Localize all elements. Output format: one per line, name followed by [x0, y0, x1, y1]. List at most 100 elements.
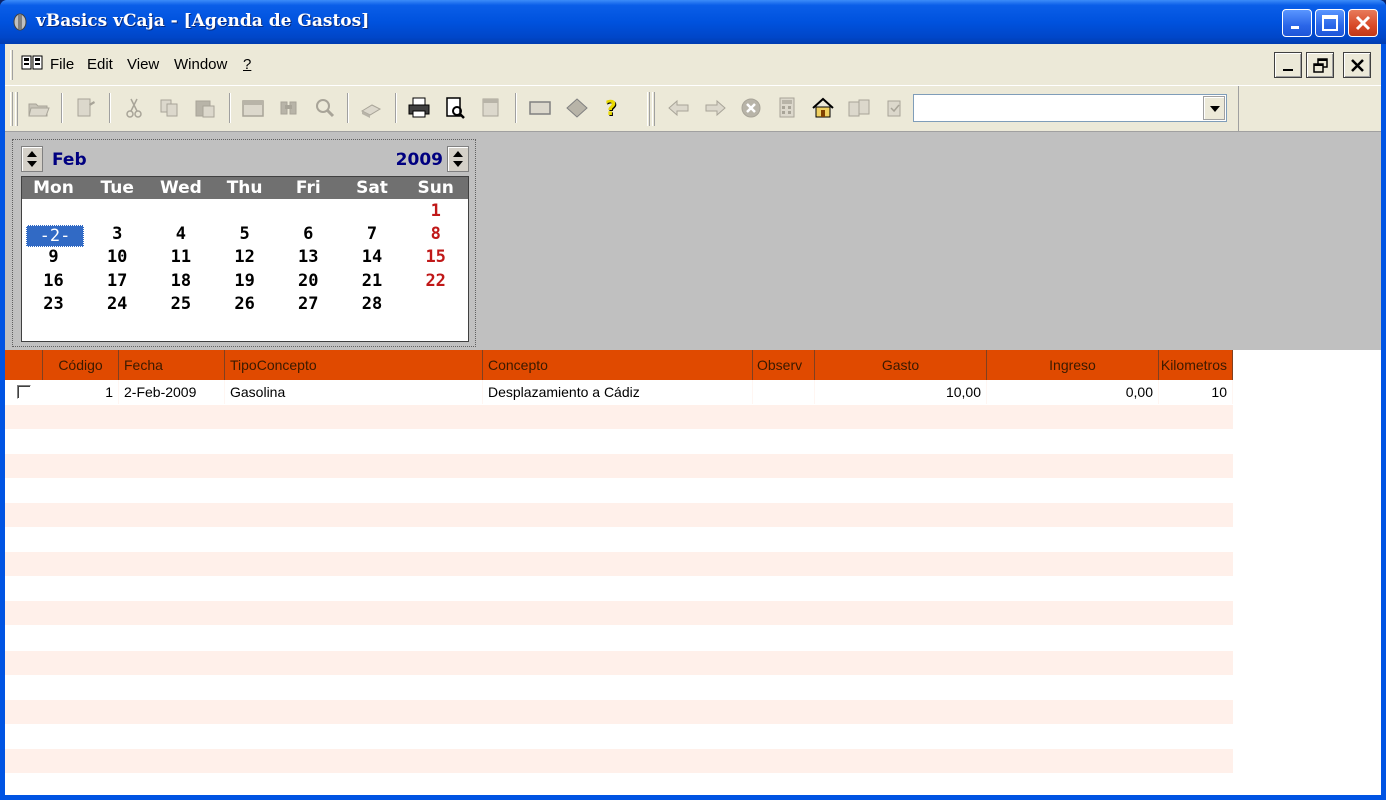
calendar-day[interactable]: 1 — [404, 201, 467, 221]
empty-table-row[interactable] — [5, 724, 1233, 748]
cell-concepto[interactable]: Desplazamiento a Cádiz — [483, 380, 753, 404]
empty-table-row[interactable] — [5, 650, 1233, 675]
form-icon[interactable] — [526, 94, 554, 122]
calendar-day[interactable]: 25 — [149, 294, 212, 314]
open-icon[interactable] — [25, 94, 53, 122]
calendar-day[interactable]: 3 — [86, 224, 149, 244]
cell-tipo[interactable]: Gasolina — [225, 380, 483, 404]
empty-table-row[interactable] — [5, 404, 1233, 429]
cell-observ[interactable] — [753, 380, 815, 404]
cell-ingreso[interactable]: 0,00 — [987, 380, 1159, 404]
empty-table-row[interactable] — [5, 699, 1233, 724]
calendar-day[interactable]: 14 — [341, 247, 404, 267]
toolbar-grip[interactable] — [10, 92, 13, 126]
menu-view[interactable]: View — [127, 56, 159, 73]
calendar-day[interactable]: 13 — [277, 247, 340, 267]
column-header-kilometros[interactable]: Kilometros — [1159, 350, 1233, 380]
title-bar[interactable]: vBasics vCaja - [Agenda de Gastos] — [0, 0, 1386, 44]
calendar-day[interactable]: 28 — [341, 294, 404, 314]
column-header-codigo[interactable]: Código — [43, 350, 119, 380]
toolbar-grip[interactable] — [647, 92, 650, 126]
calendar-day[interactable]: 19 — [213, 271, 276, 291]
mdi-close-button[interactable] — [1343, 52, 1371, 78]
calendar-day[interactable]: 18 — [149, 271, 212, 291]
close-button[interactable] — [1348, 9, 1378, 37]
calendar-day[interactable]: 11 — [149, 247, 212, 267]
eraser-icon[interactable] — [357, 94, 385, 122]
column-header-ingreso[interactable]: Ingreso — [987, 350, 1159, 380]
page-setup-icon[interactable] — [477, 94, 505, 122]
window-icon[interactable] — [239, 94, 267, 122]
calendar-day[interactable]: 26 — [213, 294, 276, 314]
calendar-day-selected[interactable]: -2- — [26, 225, 84, 248]
calendar-day[interactable]: 7 — [341, 224, 404, 244]
help-icon[interactable]: ?? — [599, 94, 627, 122]
calendar-day[interactable]: 22 — [404, 271, 467, 291]
document-check-icon[interactable] — [881, 94, 909, 122]
empty-table-row[interactable] — [5, 601, 1233, 626]
cell-gasto[interactable]: 10,00 — [815, 380, 987, 404]
calendar-day[interactable]: 4 — [149, 224, 212, 244]
empty-table-row[interactable] — [5, 749, 1233, 773]
arrow-right-icon[interactable] — [701, 94, 729, 122]
empty-table-row[interactable] — [5, 626, 1233, 650]
column-header-observ[interactable]: Observ — [753, 350, 815, 380]
print-preview-icon[interactable] — [441, 94, 469, 122]
calendar-day[interactable]: 8 — [404, 224, 467, 244]
cancel-icon[interactable] — [737, 94, 765, 122]
paste-icon[interactable] — [191, 94, 219, 122]
tag-icon[interactable] — [563, 94, 591, 122]
calendar-day[interactable]: 15 — [404, 247, 467, 267]
toolbar-combo[interactable] — [913, 94, 1227, 122]
row-checkbox[interactable] — [17, 385, 31, 399]
table-row[interactable]: 1 2-Feb-2009 Gasolina Desplazamiento a Cádi… — [5, 380, 1233, 404]
mdi-minimize-button[interactable] — [1274, 52, 1302, 78]
calendar-day[interactable]: 5 — [213, 224, 276, 244]
minimize-button[interactable] — [1282, 9, 1312, 37]
calendar-day[interactable]: 27 — [277, 294, 340, 314]
cut-icon[interactable] — [120, 94, 148, 122]
menu-file[interactable]: File — [50, 56, 74, 73]
empty-table-row[interactable] — [5, 577, 1233, 601]
app-icon[interactable] — [12, 13, 28, 31]
calendar-day[interactable]: 17 — [86, 271, 149, 291]
column-header-gasto[interactable]: Gasto — [815, 350, 987, 380]
home-icon[interactable] — [809, 94, 837, 122]
empty-table-row[interactable] — [5, 528, 1233, 552]
column-header-concepto[interactable]: Concepto — [483, 350, 753, 380]
calculator-icon[interactable] — [773, 94, 801, 122]
chevron-down-icon[interactable] — [1203, 96, 1225, 120]
calendar-day[interactable]: 24 — [86, 294, 149, 314]
menu-edit[interactable]: Edit — [87, 56, 113, 73]
menu-window[interactable]: Window — [174, 56, 227, 73]
mdi-restore-button[interactable] — [1306, 52, 1334, 78]
copy-icon[interactable] — [155, 94, 183, 122]
empty-table-row[interactable] — [5, 453, 1233, 478]
empty-table-row[interactable] — [5, 675, 1233, 699]
print-icon[interactable] — [405, 94, 433, 122]
calendar-day[interactable]: 12 — [213, 247, 276, 267]
calendar-day[interactable]: 10 — [86, 247, 149, 267]
calculator-group-icon[interactable] — [845, 94, 873, 122]
month-spinner[interactable] — [21, 146, 43, 172]
calendar-day[interactable]: 6 — [277, 224, 340, 244]
calendar-day[interactable]: 21 — [341, 271, 404, 291]
empty-table-row[interactable] — [5, 552, 1233, 577]
search-icon[interactable] — [311, 94, 339, 122]
menubar-grip[interactable] — [10, 50, 13, 80]
calendar-day[interactable]: 20 — [277, 271, 340, 291]
year-spinner[interactable] — [447, 146, 469, 172]
empty-table-row[interactable] — [5, 478, 1233, 502]
arrow-left-icon[interactable] — [665, 94, 693, 122]
empty-table-row[interactable] — [5, 774, 1233, 798]
column-header-select[interactable] — [5, 350, 43, 380]
month-calendar[interactable]: Feb 2009 Mon Tue Wed Thu Fri Sat Sun 1 -2- 3 4 5 6 7… — [12, 139, 476, 347]
cell-codigo[interactable]: 1 — [43, 380, 119, 404]
calendar-day[interactable]: 23 — [22, 294, 85, 314]
menu-help[interactable]: ? — [243, 56, 251, 73]
calendar-day[interactable]: 9 — [22, 247, 85, 267]
binoculars-icon[interactable] — [275, 94, 303, 122]
empty-table-row[interactable] — [5, 429, 1233, 453]
calendar-day[interactable]: 16 — [22, 271, 85, 291]
column-header-tipoconcepto[interactable]: TipoConcepto — [225, 350, 483, 380]
